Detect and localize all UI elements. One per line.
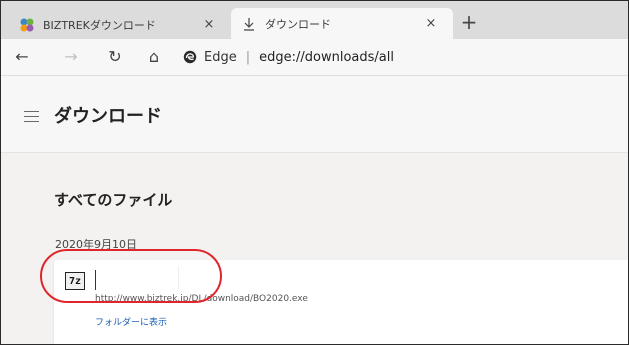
download-item: 7z http://www.biztrek.jp/DL/download/BO2… bbox=[54, 260, 628, 344]
browser-window: BIZTREKダウンロード × ダウンロード × + ← → ↻ ⌂ Edge … bbox=[0, 0, 629, 345]
biztrek-favicon-icon bbox=[20, 18, 34, 31]
menu-icon[interactable] bbox=[24, 111, 39, 126]
edge-logo-icon bbox=[183, 50, 197, 64]
downloads-content: すべてのファイル 2020年9月10日 7z http://www.biztre… bbox=[1, 153, 628, 344]
home-button[interactable]: ⌂ bbox=[141, 44, 167, 70]
tab-biztrek[interactable]: BIZTREKダウンロード × bbox=[9, 10, 231, 39]
download-icon bbox=[244, 17, 254, 31]
7z-file-icon: 7z bbox=[65, 272, 85, 290]
url-text[interactable]: edge://downloads/all bbox=[259, 50, 394, 65]
download-url: http://www.biztrek.jp/DL/download/BO2020… bbox=[95, 294, 308, 304]
browser-name: Edge bbox=[204, 49, 237, 65]
tab-title: ダウンロード bbox=[265, 17, 331, 31]
tab-close-icon[interactable]: × bbox=[423, 16, 439, 31]
page-header: ダウンロード bbox=[1, 76, 628, 153]
tab-downloads[interactable]: ダウンロード × bbox=[231, 8, 453, 39]
download-date: 2020年9月10日 bbox=[55, 238, 137, 251]
divider bbox=[178, 266, 179, 290]
back-button[interactable]: ← bbox=[9, 44, 35, 70]
address-separator: | bbox=[245, 49, 251, 65]
tab-close-icon[interactable]: × bbox=[201, 17, 217, 32]
section-title: すべてのファイル bbox=[54, 191, 173, 209]
new-tab-button[interactable]: + bbox=[459, 11, 479, 35]
address-toolbar: ← → ↻ ⌂ Edge | edge://downloads/all bbox=[1, 39, 628, 76]
show-in-folder-link[interactable]: フォルダーに表示 bbox=[95, 315, 167, 328]
refresh-button[interactable]: ↻ bbox=[102, 44, 128, 70]
text-cursor bbox=[95, 270, 96, 290]
page-title: ダウンロード bbox=[54, 106, 162, 127]
tab-title: BIZTREKダウンロード bbox=[43, 18, 156, 32]
forward-button[interactable]: → bbox=[58, 44, 84, 70]
tab-strip: BIZTREKダウンロード × ダウンロード × + bbox=[1, 1, 628, 39]
address-bar[interactable]: Edge | edge://downloads/all bbox=[183, 46, 628, 68]
